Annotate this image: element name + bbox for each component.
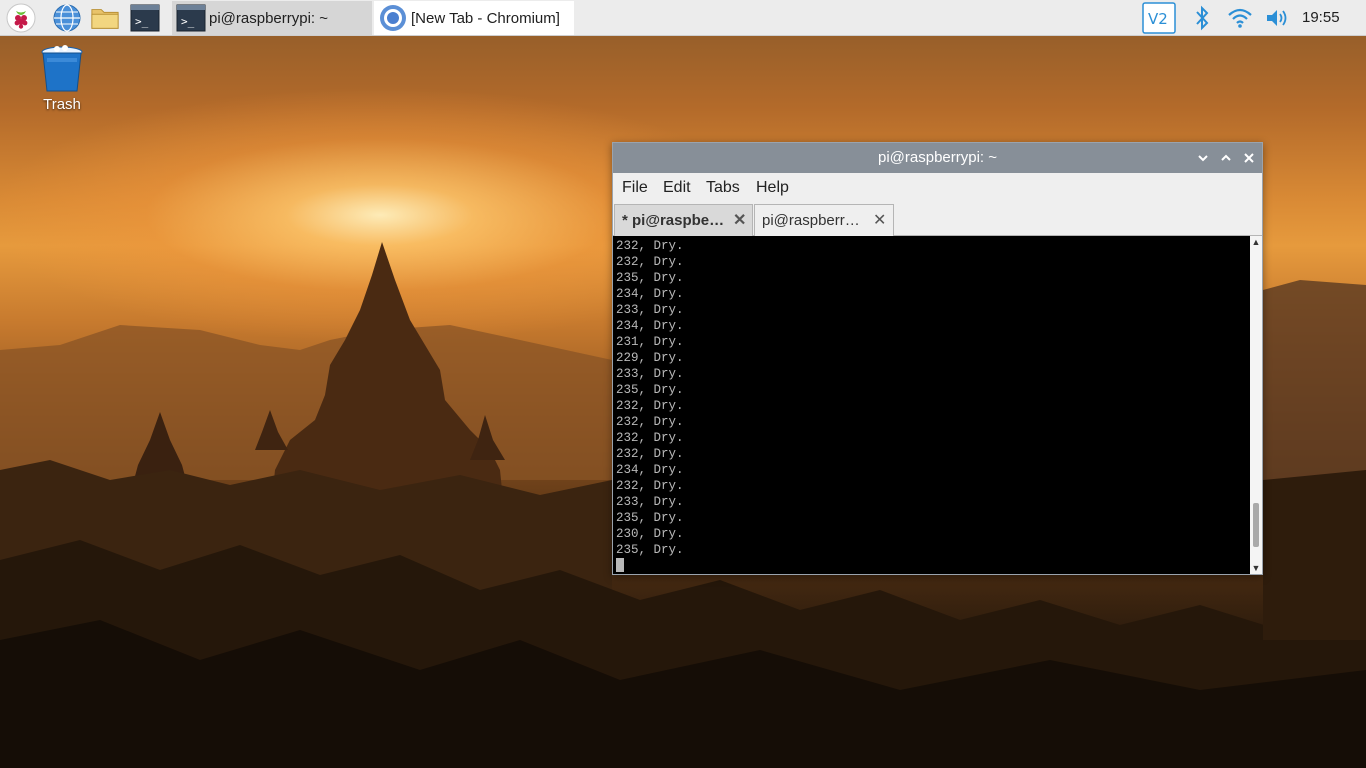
minimize-button[interactable] [1195, 150, 1211, 166]
terminal-output: 232, Dry. 232, Dry. 235, Dry. 234, Dry. 233,… [616, 238, 684, 574]
trash-icon [39, 44, 85, 94]
terminal-line: 234, Dry. [616, 319, 684, 333]
scroll-thumb[interactable] [1253, 502, 1259, 547]
vnc-icon[interactable]: V2 [1141, 2, 1177, 34]
tab-2[interactable]: pi@raspberr… ✕ [754, 204, 894, 236]
terminal-line: 232, Dry. [616, 447, 684, 461]
trash-label: Trash [43, 96, 81, 113]
menu-file[interactable]: File [622, 173, 648, 203]
menu-bar: File Edit Tabs Help [613, 173, 1262, 203]
close-icon[interactable]: ✕ [873, 205, 886, 236]
scrollbar[interactable]: ▲ ▼ [1250, 236, 1262, 574]
terminal-line: 230, Dry. [616, 527, 684, 541]
wifi-icon[interactable] [1226, 3, 1254, 33]
terminal-window: pi@raspberrypi: ~ File Edit Tabs Help * … [612, 142, 1263, 575]
taskbar: >_ >_ pi@raspberrypi: ~ [New Tab - Chrom… [0, 0, 1366, 36]
terminal-line: 233, Dry. [616, 495, 684, 509]
taskbar-task-chromium[interactable]: [New Tab - Chromium] [374, 1, 574, 35]
menu-edit[interactable]: Edit [663, 173, 691, 203]
task-label: pi@raspberrypi: ~ [209, 9, 329, 27]
bluetooth-icon[interactable] [1190, 3, 1214, 33]
web-browser-icon[interactable] [52, 3, 82, 33]
svg-text:>_: >_ [135, 15, 149, 28]
terminal-line: 232, Dry. [616, 239, 684, 253]
terminal-line: 234, Dry. [616, 287, 684, 301]
close-button[interactable] [1241, 150, 1257, 166]
maximize-button[interactable] [1218, 150, 1234, 166]
terminal-icon: >_ [176, 4, 206, 32]
menu-help[interactable]: Help [756, 173, 789, 203]
clock[interactable]: 19:55 [1302, 0, 1340, 36]
scroll-up-arrow-icon[interactable]: ▲ [1250, 236, 1262, 248]
text-cursor [616, 558, 624, 572]
tab-label: pi@raspberr… [762, 212, 860, 229]
terminal-line: 231, Dry. [616, 335, 684, 349]
terminal-line: 235, Dry. [616, 271, 684, 285]
terminal-line: 235, Dry. [616, 511, 684, 525]
chevron-up-icon [1221, 154, 1231, 161]
tab-1[interactable]: * pi@raspbe… ✕ [614, 204, 753, 236]
terminal-line: 234, Dry. [616, 463, 684, 477]
file-manager-icon[interactable] [90, 3, 120, 33]
terminal-icon[interactable]: >_ [130, 3, 160, 33]
terminal-line: 233, Dry. [616, 367, 684, 381]
chromium-icon [378, 3, 408, 33]
terminal-line: 232, Dry. [616, 479, 684, 493]
raspberry-menu-icon[interactable] [6, 3, 36, 33]
terminal-line: 235, Dry. [616, 543, 684, 557]
taskbar-task-terminal[interactable]: >_ pi@raspberrypi: ~ [172, 1, 372, 35]
terminal-line: 232, Dry. [616, 255, 684, 269]
terminal-line: 233, Dry. [616, 303, 684, 317]
terminal-line: 232, Dry. [616, 431, 684, 445]
chevron-down-icon [1198, 155, 1208, 162]
volume-icon[interactable] [1264, 3, 1292, 33]
window-title: pi@raspberrypi: ~ [877, 149, 998, 166]
scroll-down-arrow-icon[interactable]: ▼ [1250, 562, 1262, 574]
task-label: [New Tab - Chromium] [411, 9, 560, 27]
menu-tabs[interactable]: Tabs [706, 173, 740, 203]
terminal-prompt [616, 558, 684, 574]
terminal-line: 235, Dry. [616, 383, 684, 397]
title-bar[interactable]: pi@raspberrypi: ~ [613, 143, 1262, 173]
terminal-line: 229, Dry. [616, 351, 684, 365]
close-icon [1244, 153, 1254, 163]
svg-text:>_: >_ [181, 15, 195, 28]
terminal-line: 232, Dry. [616, 415, 684, 429]
tab-bar: * pi@raspbe… ✕ pi@raspberr… ✕ [613, 203, 1262, 236]
tab-label: * pi@raspbe… [622, 212, 725, 229]
close-icon[interactable]: ✕ [733, 205, 746, 236]
terminal-line: 232, Dry. [616, 399, 684, 413]
terminal-output-area[interactable]: 232, Dry. 232, Dry. 235, Dry. 234, Dry. 233,… [613, 236, 1250, 574]
svg-text:V2: V2 [1148, 10, 1168, 28]
desktop-trash[interactable]: Trash [30, 44, 94, 113]
